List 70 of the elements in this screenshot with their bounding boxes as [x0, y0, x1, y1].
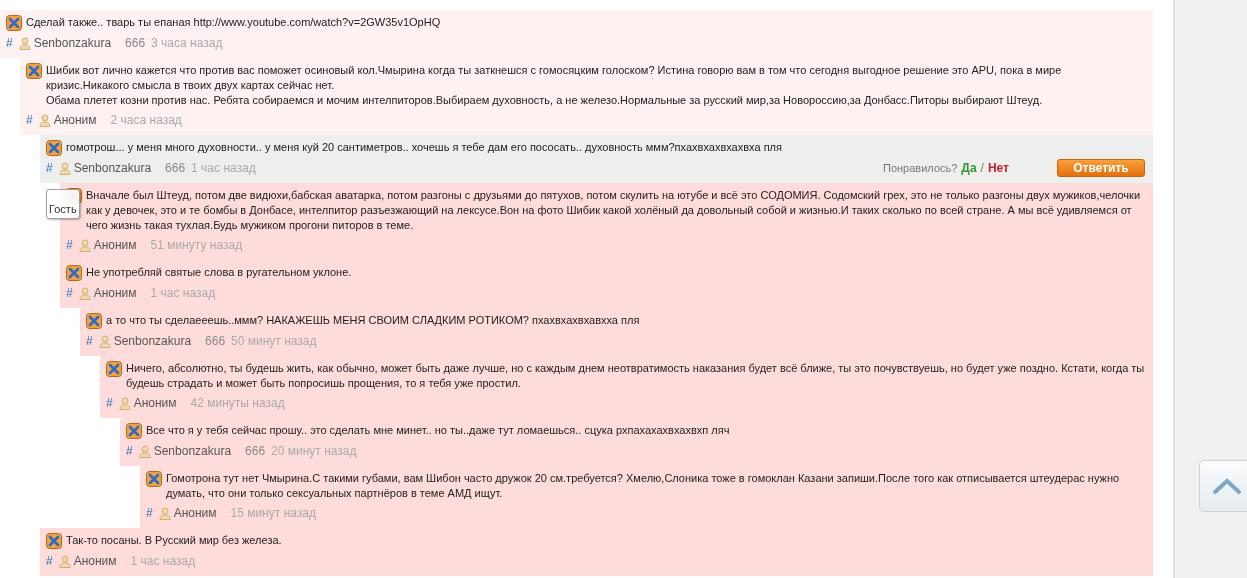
comment-time: 50 минут назад — [231, 334, 317, 348]
author-name[interactable]: Senbonzakura — [73, 161, 152, 175]
permalink[interactable]: # — [126, 444, 133, 458]
permalink[interactable]: # — [46, 554, 53, 568]
user-icon — [78, 286, 91, 300]
user-rating: 666 — [245, 444, 266, 458]
user-icon — [58, 161, 71, 175]
scroll-top-button[interactable] — [1199, 460, 1247, 512]
permalink[interactable]: # — [66, 238, 73, 252]
permalink[interactable]: # — [146, 506, 153, 520]
permalink[interactable]: # — [46, 161, 53, 175]
permalink[interactable]: # — [26, 113, 33, 127]
avatar-icon — [46, 140, 62, 156]
comment-time: 42 минуты назад — [190, 396, 285, 410]
comment-text: а то что ты сделаееешь..ммм? НАКАЖЕШЬ МЕНЯ СВОИМ СЛАДКИМ РОТИКОМ? пхахвхахвхавхха пля — [106, 313, 640, 328]
author-name[interactable]: Senbonzakura — [153, 444, 232, 458]
comment-text: Гомотрона тут нет Чмырина.С такими губами, вам Шибон часто дружок 20 см.требуется? Хмелю,Слоника тоже в гомоклан Казани запиши.После того как отписывается штеудерас нужно думать, что они только сексуальных партнёров в теме АМД ищут. — [166, 471, 1121, 501]
author-name[interactable]: Аноним — [173, 506, 217, 520]
author-name[interactable]: Аноним — [53, 113, 97, 127]
avatar-icon — [6, 15, 22, 31]
comment-time: 1 час назад — [150, 286, 216, 300]
avatar-icon — [46, 533, 62, 549]
comment-time: 51 минуту назад — [150, 238, 243, 252]
comment-time: 3 часа назад — [151, 36, 223, 50]
comment-text: Так-то посаны. В Русский мир без железа. — [66, 533, 282, 548]
user-rating: 666 — [205, 334, 226, 348]
author-name[interactable]: Аноним — [93, 238, 137, 252]
comment-time: 1 час назад — [191, 161, 256, 175]
comment-text: Все что я у тебя сейчас прошу.. это сделать мне минет.. но ты..даже тут ломаешься.. сцука рхпахахахвхахвхп ляч — [146, 423, 730, 438]
comment-text: Вначале был Штеуд, потом две видюхи,бабская аватарка, потом разгоны с друзьями до пятухов, потом скулить на ютубе и всё это СОДОМИЯ. Содомский грех, это не только разгоны двух мужиков,челочки как у девочек, это и те бомбы в Донбасе, интелпитор разъезжающий на лексусе.Вон на фото Шибик какой холёный да довольный собой и жизнью.И таких сколько по всей стране. А мы всё удивляемся от чего жизнь такая тухлая.Будь мужиком прогони питоров в теме. — [86, 188, 1142, 233]
author-name[interactable]: Аноним — [73, 554, 117, 568]
comment-text: гомотрош... у меня много духовности.. у меня куй 20 сантиметров.. хочешь я тебе дам его пососать.. духовность ммм?пхахвхахвхахвха пля — [66, 140, 782, 155]
vote-question: Понравилось? — [883, 162, 958, 174]
user-icon — [18, 36, 31, 50]
author-name[interactable]: Senbonzakura — [33, 36, 112, 50]
permalink[interactable]: # — [86, 334, 93, 348]
comment-text: Шибик вот лично кажется что против вас поможет осиновый кол.Чмырина когда ты заткнешся с гомосяцким голоском? Истина говорю вам в том что сегодня выгодное решение это APU, пока в мире кризис.Никакого смысла в твоих двух картах сейчас нет. Обама плетет козни против нас. Ребята собираемся и мочим интелпиторов.Выбираем духовность, а не железо.Нормальные за русский мир,за Новороссию,за Донбасс.Питоры выбирают Штеуд. — [46, 63, 1063, 108]
permalink[interactable]: # — [66, 286, 73, 300]
comment-text: Ничего, абсолютно, ты будешь жить, как обычно, может быть даже лучше, но с каждым днем неотвратимость наказания будет всё ближе, ты это почувствуешь, но будет уже поздно. Кстати, когда ты будешь страдать и может быть попросишь прощения, то я тебя уже простил. — [126, 361, 1145, 391]
yes-link[interactable]: Да — [961, 161, 977, 175]
user-icon — [138, 444, 151, 458]
comment-time: 20 минут назад — [271, 444, 357, 458]
user-icon — [118, 396, 131, 410]
author-name[interactable]: Senbonzakura — [113, 334, 192, 348]
comment-text: Не употребляй святые слова в ругательном уклоне. — [86, 265, 352, 280]
user-icon — [38, 113, 51, 127]
comment-time: 1 час назад — [130, 554, 196, 568]
user-icon — [58, 554, 71, 568]
avatar-icon — [66, 265, 82, 281]
no-link[interactable]: Нет — [987, 161, 1009, 175]
permalink[interactable]: # — [6, 36, 13, 50]
comment-text: Сделай также.. тварь ты епаная http://www.youtube.com/watch?v=2GW35v1OpHQ — [26, 15, 441, 30]
vote-separator: / — [980, 161, 984, 175]
author-name[interactable]: Аноним — [93, 286, 137, 300]
avatar-icon — [86, 313, 102, 329]
avatar-icon — [126, 423, 142, 439]
comment-time: 15 минут назад — [230, 506, 316, 520]
user-icon — [158, 506, 171, 520]
user-rating: 666 — [165, 161, 186, 175]
user-icon — [98, 334, 111, 348]
tooltip: Гость — [46, 189, 80, 219]
comment-time: 2 часа назад — [110, 113, 182, 127]
avatar-icon — [106, 361, 122, 377]
user-rating: 666 — [125, 36, 146, 50]
user-icon — [78, 238, 91, 252]
chevron-up-icon — [1212, 477, 1242, 495]
permalink[interactable]: # — [106, 396, 113, 410]
author-name[interactable]: Аноним — [133, 396, 177, 410]
avatar-icon — [26, 63, 42, 79]
avatar-icon — [146, 471, 162, 487]
